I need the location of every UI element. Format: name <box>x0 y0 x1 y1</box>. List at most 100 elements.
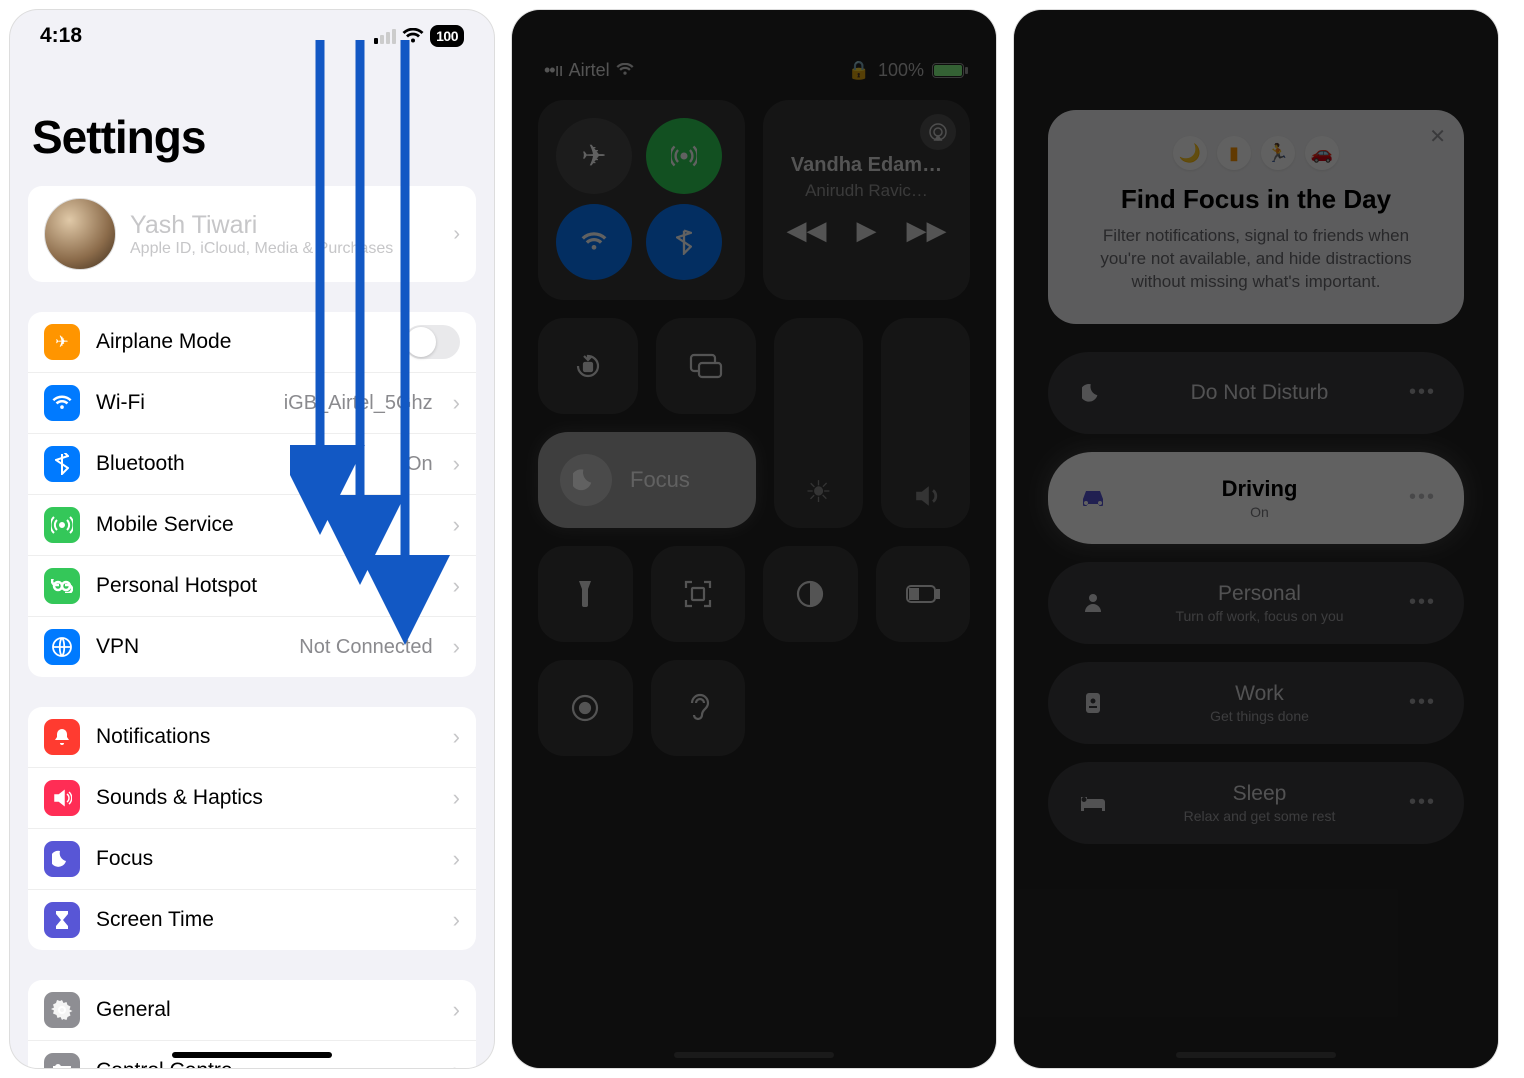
profile-card[interactable]: Yash Tiwari Apple ID, iCloud, Media & Pu… <box>28 186 476 282</box>
screen-mirroring-button[interactable] <box>656 318 756 414</box>
airplane-icon: ✈ <box>44 324 80 360</box>
row-value: Off <box>406 575 432 598</box>
item-name: Do Not Disturb <box>1110 381 1409 405</box>
bluetooth-toggle[interactable] <box>646 204 722 280</box>
play-button[interactable]: ▶ <box>857 215 877 246</box>
qr-scanner-button[interactable] <box>651 546 746 642</box>
wifi-icon <box>616 60 634 81</box>
row-label: Focus <box>96 847 437 871</box>
link-icon <box>44 568 80 604</box>
row-airplane[interactable]: ✈ Airplane Mode <box>28 312 476 372</box>
intro-title: Find Focus in the Day <box>1078 184 1434 215</box>
airplane-toggle[interactable]: ✈ <box>556 118 632 194</box>
hearing-button[interactable] <box>651 660 746 756</box>
car-icon: 🚗 <box>1305 136 1339 170</box>
carrier-label: Airtel <box>569 60 610 81</box>
intro-desc: Filter notifications, signal to friends … <box>1078 225 1434 294</box>
control-center-screen: ••ıı Airtel 🔒 100% ✈ Vandha Edam… Anirud… <box>512 10 996 1068</box>
row-vpn[interactable]: VPN Not Connected › <box>28 616 476 677</box>
moon-icon <box>1076 382 1110 404</box>
focus-list: Do Not Disturb ••• Driving On ••• Person… <box>1048 352 1464 844</box>
row-value: iGB_Airtel_5Ghz <box>284 392 433 415</box>
airplane-toggle[interactable] <box>404 325 460 359</box>
focus-item-sleep[interactable]: Sleep Relax and get some rest ••• <box>1048 762 1464 844</box>
page-title: Settings <box>10 62 494 186</box>
more-button[interactable]: ••• <box>1409 691 1436 714</box>
item-sub: On <box>1110 504 1409 520</box>
row-label: Control Centre <box>96 1059 437 1068</box>
close-button[interactable]: ✕ <box>1429 124 1446 149</box>
focus-label: Focus <box>630 467 690 493</box>
row-screen-time[interactable]: Screen Time › <box>28 889 476 950</box>
person-icon <box>1076 592 1110 614</box>
item-name: Sleep <box>1110 782 1409 806</box>
more-button[interactable]: ••• <box>1409 486 1436 509</box>
more-button[interactable]: ••• <box>1409 381 1436 404</box>
chevron-right-icon: › <box>453 512 460 538</box>
network-group: ✈ Airplane Mode Wi-Fi iGB_Airtel_5Ghz › … <box>28 312 476 677</box>
item-name: Driving <box>1110 476 1409 502</box>
home-indicator[interactable] <box>674 1052 834 1058</box>
sliders-icon <box>44 1053 80 1068</box>
home-indicator[interactable] <box>172 1052 332 1058</box>
row-notifications[interactable]: Notifications › <box>28 707 476 767</box>
volume-slider[interactable] <box>881 318 970 528</box>
chevron-right-icon: › <box>453 907 460 933</box>
row-focus[interactable]: Focus › <box>28 828 476 889</box>
lock-icon: 🔒 <box>848 60 870 81</box>
status-time: 4:18 <box>40 24 82 48</box>
wifi-toggle[interactable] <box>556 204 632 280</box>
cellular-icon: ••ıı <box>544 60 563 81</box>
focus-item-dnd[interactable]: Do Not Disturb ••• <box>1048 352 1464 434</box>
low-power-button[interactable] <box>876 546 971 642</box>
battery-pill: 100 <box>430 25 464 47</box>
more-button[interactable]: ••• <box>1409 591 1436 614</box>
row-label: Notifications <box>96 725 437 749</box>
more-button[interactable]: ••• <box>1409 791 1436 814</box>
gear-icon <box>44 992 80 1028</box>
rewind-button[interactable]: ◀◀ <box>787 215 827 246</box>
chevron-right-icon: › <box>453 997 460 1023</box>
row-label: Sounds & Haptics <box>96 786 437 810</box>
row-label: Bluetooth <box>96 452 390 476</box>
profile-subtitle: Apple ID, iCloud, Media & Purchases <box>130 240 393 258</box>
wifi-row-icon <box>44 385 80 421</box>
row-wifi[interactable]: Wi-Fi iGB_Airtel_5Ghz › <box>28 372 476 433</box>
battery-icon <box>932 63 964 78</box>
connectivity-tile[interactable]: ✈ <box>538 100 745 300</box>
row-hotspot[interactable]: Personal Hotspot Off › <box>28 555 476 616</box>
moon-icon <box>44 841 80 877</box>
profile-name: Yash Tiwari <box>130 211 393 240</box>
chevron-right-icon: › <box>453 634 460 660</box>
row-general[interactable]: General › <box>28 980 476 1040</box>
focus-panel-screen: ✕ 🌙 ▮ 🏃 🚗 Find Focus in the Day Filter n… <box>1014 10 1498 1068</box>
row-mobile-service[interactable]: Mobile Service › <box>28 494 476 555</box>
cellular-toggle[interactable] <box>646 118 722 194</box>
forward-button[interactable]: ▶▶ <box>907 215 947 246</box>
wifi-icon <box>402 28 424 44</box>
antenna-icon <box>44 507 80 543</box>
row-sounds[interactable]: Sounds & Haptics › <box>28 767 476 828</box>
music-tile[interactable]: Vandha Edam… Anirudh Ravic… ◀◀ ▶ ▶▶ <box>763 100 970 300</box>
focus-item-personal[interactable]: Personal Turn off work, focus on you ••• <box>1048 562 1464 644</box>
chevron-right-icon: › <box>453 1058 460 1068</box>
item-sub: Turn off work, focus on you <box>1110 608 1409 624</box>
row-bluetooth[interactable]: Bluetooth On › <box>28 433 476 494</box>
focus-item-work[interactable]: Work Get things done ••• <box>1048 662 1464 744</box>
dark-mode-button[interactable] <box>763 546 858 642</box>
bluetooth-icon <box>44 446 80 482</box>
home-indicator[interactable] <box>1176 1052 1336 1058</box>
row-label: General <box>96 998 437 1022</box>
flashlight-button[interactable] <box>538 546 633 642</box>
focus-button[interactable]: Focus <box>538 432 756 528</box>
focus-item-driving[interactable]: Driving On ••• <box>1048 452 1464 544</box>
screen-record-button[interactable] <box>538 660 633 756</box>
focus-intro-card: ✕ 🌙 ▮ 🏃 🚗 Find Focus in the Day Filter n… <box>1048 110 1464 324</box>
chevron-right-icon: › <box>453 724 460 750</box>
airplay-icon[interactable] <box>920 114 956 150</box>
focus-mode-icons: 🌙 ▮ 🏃 🚗 <box>1078 136 1434 170</box>
brightness-slider[interactable]: ☀ <box>774 318 863 528</box>
running-icon: 🏃 <box>1261 136 1295 170</box>
row-value: On <box>406 453 433 476</box>
orientation-lock-button[interactable] <box>538 318 638 414</box>
